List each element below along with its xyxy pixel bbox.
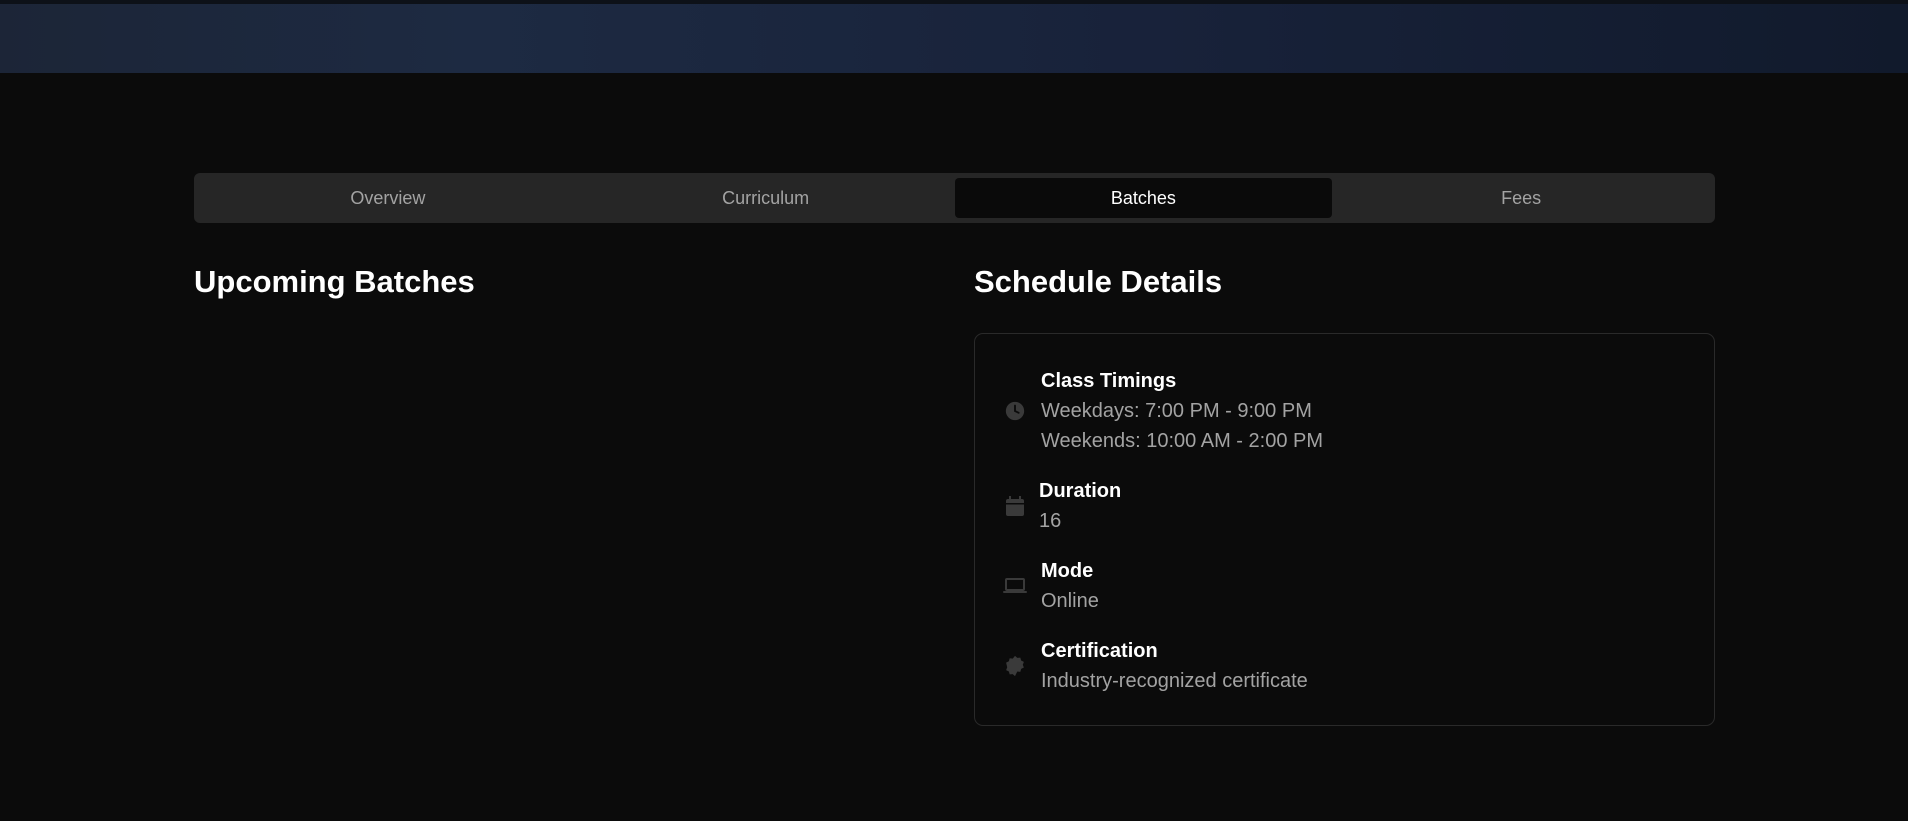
duration-value: 16: [1039, 510, 1062, 532]
calendar-icon: [1003, 494, 1027, 518]
certification-row: Certification Industry-recognized certif…: [1003, 636, 1308, 696]
mode-row: Mode Online: [1003, 556, 1099, 616]
tab-curriculum[interactable]: Curriculum: [577, 178, 955, 218]
top-header-bar: [0, 0, 1908, 73]
tab-fees[interactable]: Fees: [1332, 178, 1710, 218]
certification-label: Certification: [1041, 640, 1158, 662]
class-timings-label: Class Timings: [1041, 370, 1177, 392]
course-tabs: Overview Curriculum Batches Fees: [194, 173, 1715, 223]
weekday-timing: Weekdays: 7:00 PM - 9:00 PM: [1041, 400, 1312, 422]
class-timings-row: Class Timings Weekdays: 7:00 PM - 9:00 P…: [1003, 366, 1323, 456]
certification-value: Industry-recognized certificate: [1041, 670, 1308, 692]
duration-row: Duration 16: [1003, 476, 1121, 536]
mode-value: Online: [1041, 590, 1099, 612]
badge-icon: [1003, 654, 1027, 678]
laptop-icon: [1003, 574, 1027, 598]
clock-icon: [1003, 399, 1027, 423]
tab-overview[interactable]: Overview: [199, 178, 577, 218]
weekend-timing: Weekends: 10:00 AM - 2:00 PM: [1041, 430, 1324, 452]
schedule-details-heading: Schedule Details: [974, 264, 1223, 299]
duration-label: Duration: [1039, 480, 1122, 502]
tab-batches[interactable]: Batches: [954, 178, 1333, 218]
schedule-details-card: Class Timings Weekdays: 7:00 PM - 9:00 P…: [974, 333, 1715, 726]
upcoming-batches-heading: Upcoming Batches: [194, 264, 475, 299]
mode-label: Mode: [1041, 560, 1094, 582]
